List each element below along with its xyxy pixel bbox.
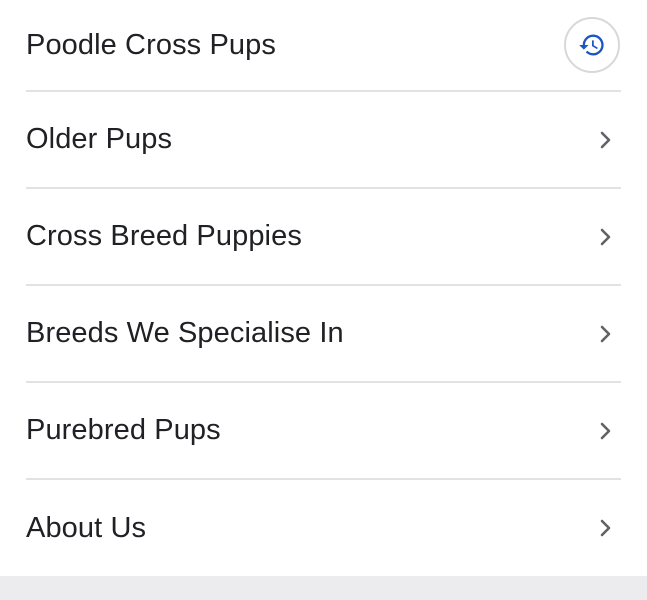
menu-item-label: Poodle Cross Pups bbox=[26, 28, 276, 61]
history-button[interactable] bbox=[564, 17, 620, 73]
chevron-right-icon bbox=[593, 516, 617, 540]
chevron-right-icon bbox=[593, 225, 617, 249]
menu-item-about-us[interactable]: About Us bbox=[26, 480, 621, 576]
chevron-right-icon bbox=[593, 419, 617, 443]
menu-list: Poodle Cross Pups Older Pups Cross Breed… bbox=[26, 0, 621, 576]
menu-item-breeds-we-specialise-in[interactable]: Breeds We Specialise In bbox=[26, 286, 621, 383]
menu-item-label: Cross Breed Puppies bbox=[26, 220, 302, 252]
chevron-right-icon bbox=[593, 322, 617, 346]
menu-item-purebred-pups[interactable]: Purebred Pups bbox=[26, 383, 621, 480]
menu-item-label: Older Pups bbox=[26, 123, 173, 155]
menu-item-label: About Us bbox=[26, 511, 147, 544]
menu-item-label: Breeds We Specialise In bbox=[26, 317, 344, 349]
history-icon bbox=[579, 34, 604, 56]
menu-item-label: Purebred Pups bbox=[26, 414, 221, 446]
menu-item-older-pups[interactable]: Older Pups bbox=[26, 92, 621, 189]
menu-item-cross-breed-puppies[interactable]: Cross Breed Puppies bbox=[26, 189, 621, 286]
chevron-right-icon bbox=[593, 128, 617, 152]
bottom-divider-band bbox=[0, 576, 647, 600]
menu-item-poodle-cross-pups[interactable]: Poodle Cross Pups bbox=[26, 0, 621, 92]
navigation-menu: Poodle Cross Pups Older Pups Cross Breed… bbox=[0, 0, 647, 600]
